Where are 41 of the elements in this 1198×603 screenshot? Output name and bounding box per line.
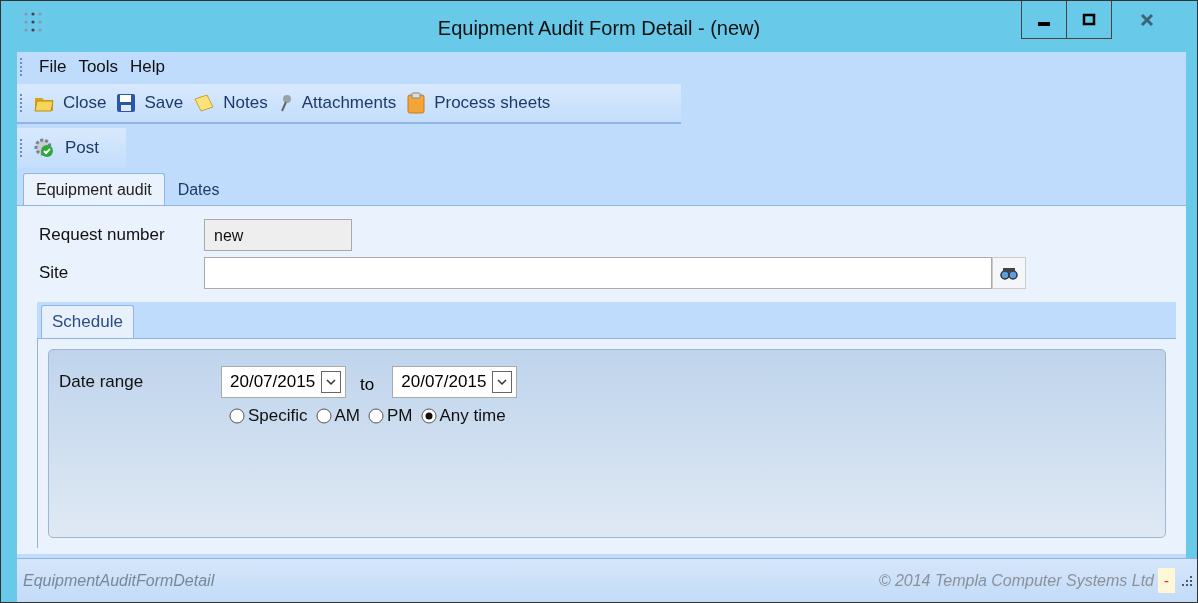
tab[interactable]: Equipment audit — [23, 173, 165, 205]
maximize-button[interactable] — [1066, 1, 1112, 39]
toolbar-button[interactable]: Process sheets — [404, 92, 559, 114]
toolbar-button[interactable]: Save — [114, 93, 192, 113]
toolbar-button[interactable]: Close — [31, 93, 115, 113]
close-icon — [1140, 13, 1154, 27]
field-label: Date range — [59, 372, 145, 392]
status-indicator: - — [1158, 568, 1175, 593]
radio-option[interactable]: AM — [315, 406, 361, 426]
request-number-field: new — [204, 219, 352, 251]
copyright-text: © 2014 Templa Computer Systems Ltd — [878, 571, 1154, 590]
app-icon — [23, 11, 43, 33]
maximize-icon — [1082, 12, 1096, 27]
date-picker[interactable]: 20/07/2015 — [221, 366, 347, 398]
binoculars-icon — [999, 266, 1019, 280]
minimize-button[interactable] — [1021, 1, 1067, 39]
resize-grip-icon — [1181, 574, 1193, 587]
window-title: Equipment Audit Form Detail - (new) — [437, 17, 761, 40]
toolbar-button[interactable]: Post — [31, 137, 108, 159]
tab[interactable]: Dates — [164, 173, 233, 205]
field-label: Site — [39, 263, 70, 283]
tab[interactable]: Schedule — [41, 305, 134, 338]
date-picker[interactable]: 20/07/2015 — [392, 366, 518, 398]
radio-option[interactable]: PM — [368, 406, 413, 426]
dropdown-icon — [321, 371, 342, 393]
menu-item[interactable]: File — [35, 57, 71, 77]
lookup-button[interactable] — [992, 257, 1026, 289]
note-icon — [193, 93, 216, 113]
to-label: to — [360, 374, 375, 395]
menu-item[interactable]: Help — [126, 57, 170, 77]
minimize-icon — [1038, 21, 1050, 26]
form-name: EquipmentAuditFormDetail — [23, 571, 215, 590]
dropdown-icon — [492, 371, 513, 393]
clipboard-icon — [406, 92, 427, 114]
radio-option[interactable]: Any time — [420, 406, 506, 426]
toolbar-button[interactable]: Notes — [191, 93, 276, 113]
site-field[interactable] — [204, 257, 992, 289]
field-label: Request number — [39, 225, 166, 245]
toolbar-button[interactable]: Attachments — [275, 93, 405, 113]
menu-item[interactable]: Tools — [74, 57, 123, 77]
radio-option[interactable]: Specific — [229, 406, 308, 426]
